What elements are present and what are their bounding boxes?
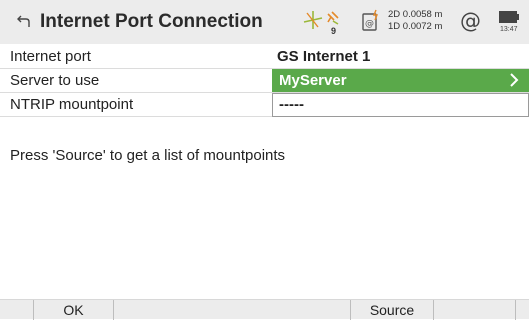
- mountpoint-value: -----: [279, 96, 304, 113]
- server-label: Server to use: [10, 72, 100, 89]
- softkey-separator: [515, 300, 516, 320]
- title-bar: Internet Port Connection 9 @ 2D 0.0058 m…: [0, 0, 529, 44]
- server-row: Server to use MyServer: [0, 69, 529, 93]
- softkey-separator: [433, 300, 434, 320]
- svg-text:@: @: [365, 19, 374, 29]
- server-value: MyServer: [279, 72, 347, 89]
- position-quality-readout: 2D 0.0058 m 1D 0.0072 m: [388, 9, 442, 33]
- satellite-count: 9: [331, 26, 337, 36]
- internet-port-value: GS Internet 1: [277, 48, 371, 65]
- chevron-right-icon: [510, 73, 519, 87]
- mountpoint-label: NTRIP mountpoint: [10, 96, 134, 113]
- quality-1d: 1D 0.0072 m: [388, 21, 443, 32]
- quality-2d: 2D 0.0058 m: [388, 9, 443, 20]
- back-arrow-icon[interactable]: [16, 13, 32, 29]
- mountpoint-field[interactable]: -----: [272, 93, 529, 117]
- battery-icon[interactable]: [498, 10, 520, 24]
- rtk-device-icon[interactable]: @: [361, 9, 381, 33]
- ok-button[interactable]: OK: [34, 302, 113, 319]
- clock: 13:47: [500, 26, 518, 33]
- softkey-bar: OK Source: [0, 299, 529, 320]
- server-select[interactable]: MyServer: [272, 69, 529, 92]
- softkey-separator: [113, 300, 114, 320]
- internet-port-row: Internet port GS Internet 1: [0, 45, 529, 69]
- page-title: Internet Port Connection: [40, 11, 263, 32]
- position-status-icon[interactable]: [302, 9, 324, 31]
- internet-connection-icon[interactable]: @: [460, 9, 481, 33]
- mountpoint-row: NTRIP mountpoint -----: [0, 93, 529, 117]
- internet-port-label: Internet port: [10, 48, 91, 65]
- hint-text: Press 'Source' to get a list of mountpoi…: [10, 147, 286, 164]
- source-button[interactable]: Source: [351, 302, 433, 319]
